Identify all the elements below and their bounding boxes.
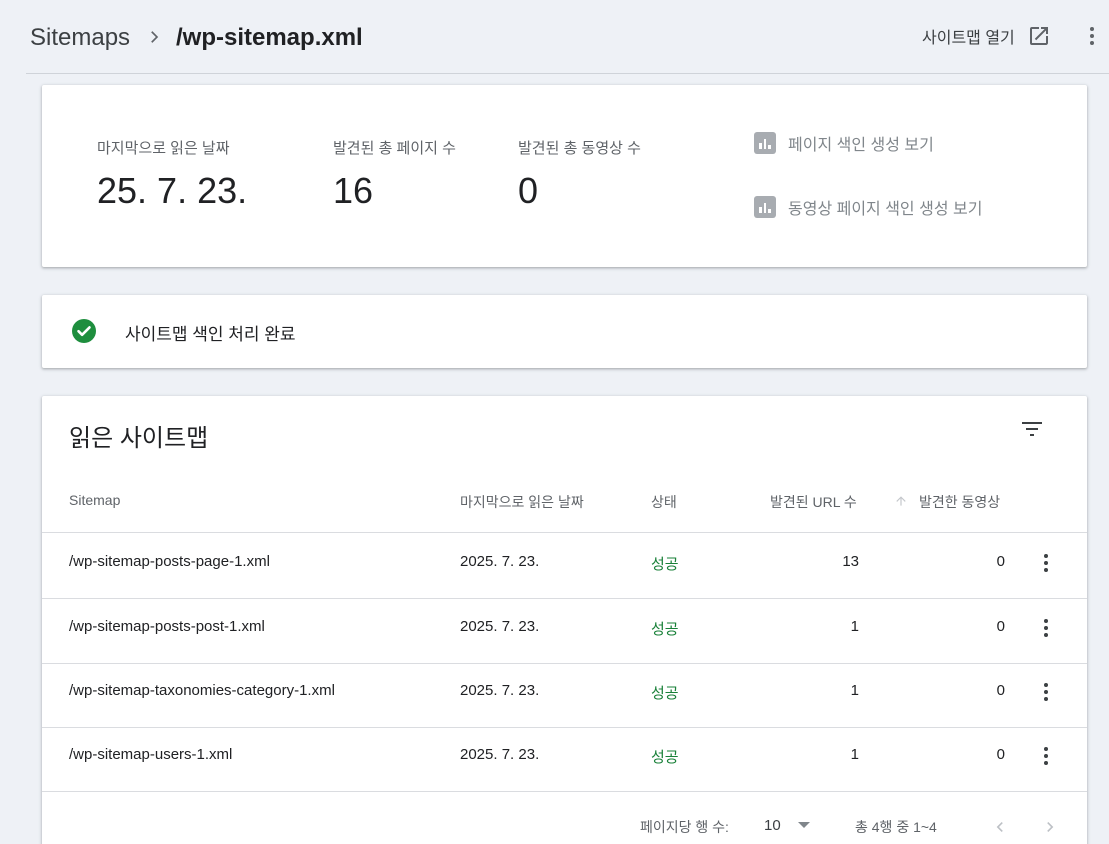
cell-urls: 1 — [850, 618, 859, 635]
page-indexing-link[interactable]: 페이지 색인 생성 보기 — [754, 131, 934, 155]
rows-per-page-select[interactable]: 10 — [764, 813, 811, 837]
cell-sitemap: /wp-sitemap-taxonomies-category-1.xml — [69, 682, 335, 699]
cell-last-read: 2025. 7. 23. — [460, 553, 540, 570]
top-bar: Sitemaps /wp-sitemap.xml 사이트맵 열기 — [0, 0, 1109, 74]
table-row[interactable]: /wp-sitemap-taxonomies-category-1.xml 20… — [42, 663, 1087, 728]
cell-status: 성공 — [651, 749, 679, 766]
more-options-button[interactable] — [1080, 22, 1104, 50]
bar-chart-icon — [754, 196, 776, 218]
chevron-right-icon — [151, 31, 159, 43]
cell-sitemap: /wp-sitemap-posts-page-1.xml — [69, 553, 270, 570]
cell-last-read: 2025. 7. 23. — [460, 746, 540, 763]
table-header: Sitemap 마지막으로 읽은 날짜 상태 발견된 URL 수 발견한 동영상 — [42, 474, 1087, 533]
cell-urls: 1 — [850, 746, 859, 763]
video-indexing-link[interactable]: 동영상 페이지 색인 생성 보기 — [754, 195, 982, 219]
cell-status: 성공 — [651, 621, 679, 638]
stat-last-read-value: 25. 7. 23. — [97, 170, 248, 211]
row-more-button[interactable] — [1034, 549, 1058, 577]
next-page-button[interactable] — [1038, 815, 1062, 839]
open-sitemap-label: 사이트맵 열기 — [922, 30, 1015, 47]
table-row[interactable]: /wp-sitemap-posts-post-1.xml 2025. 7. 23… — [42, 599, 1087, 664]
stat-last-read: 마지막으로 읽은 날짜 25. 7. 23. — [97, 137, 247, 212]
page-title: /wp-sitemap.xml — [176, 24, 363, 51]
table-title: 읽은 사이트맵 — [69, 425, 209, 452]
pagination-range: 총 4행 중 1~4 — [855, 819, 937, 835]
rows-per-page-label: 페이지당 행 수: — [640, 819, 729, 835]
column-header-videos[interactable]: 발견한 동영상 — [919, 492, 1000, 512]
header-divider — [26, 73, 1109, 74]
more-vert-icon — [1044, 683, 1048, 701]
cell-status: 성공 — [651, 556, 679, 573]
row-more-button[interactable] — [1034, 742, 1058, 770]
more-vert-icon — [1090, 27, 1094, 45]
cell-sitemap: /wp-sitemap-posts-post-1.xml — [69, 618, 265, 635]
cell-videos: 0 — [996, 746, 1005, 763]
sitemap-stats-card: 마지막으로 읽은 날짜 25. 7. 23. 발견된 총 페이지 수 16 발견… — [42, 85, 1087, 267]
column-header-urls[interactable]: 발견된 URL 수 — [770, 492, 857, 512]
stat-videos-label: 발견된 총 동영상 수 — [518, 140, 641, 157]
sort-arrow-up-icon[interactable] — [894, 494, 908, 508]
cell-videos: 0 — [996, 682, 1005, 699]
more-vert-icon — [1044, 747, 1048, 765]
read-sitemaps-card: 읽은 사이트맵 Sitemap 마지막으로 읽은 날짜 상태 발견된 URL 수… — [42, 396, 1087, 844]
stat-last-read-label: 마지막으로 읽은 날짜 — [97, 140, 230, 157]
status-message: 사이트맵 색인 처리 완료 — [125, 325, 296, 344]
cell-last-read: 2025. 7. 23. — [460, 682, 540, 699]
stat-videos: 발견된 총 동영상 수 0 — [518, 137, 641, 212]
table-row[interactable]: /wp-sitemap-users-1.xml 2025. 7. 23. 성공 … — [42, 727, 1087, 792]
cell-last-read: 2025. 7. 23. — [460, 618, 540, 635]
filter-icon[interactable] — [1020, 418, 1044, 440]
breadcrumb-sitemaps[interactable]: Sitemaps — [30, 24, 130, 52]
cell-sitemap: /wp-sitemap-users-1.xml — [69, 746, 233, 763]
more-vert-icon — [1044, 554, 1048, 572]
stat-videos-value: 0 — [518, 170, 539, 211]
page-indexing-link-label: 페이지 색인 생성 보기 — [788, 137, 934, 154]
stat-pages-value: 16 — [333, 170, 374, 211]
cell-videos: 0 — [996, 618, 1005, 635]
chevron-left-icon — [996, 822, 1003, 832]
column-header-status[interactable]: 상태 — [651, 492, 677, 512]
table-row[interactable]: /wp-sitemap-posts-page-1.xml 2025. 7. 23… — [42, 534, 1087, 599]
stat-pages: 발견된 총 페이지 수 16 — [333, 137, 456, 212]
open-sitemap-button[interactable]: 사이트맵 열기 — [922, 22, 1051, 50]
row-more-button[interactable] — [1034, 614, 1058, 642]
column-header-last-read[interactable]: 마지막으로 읽은 날짜 — [460, 492, 584, 512]
cell-urls: 13 — [842, 553, 859, 570]
cell-status: 성공 — [651, 685, 679, 702]
stat-pages-label: 발견된 총 페이지 수 — [333, 140, 456, 157]
chevron-right-icon — [1047, 822, 1054, 832]
cell-urls: 1 — [850, 682, 859, 699]
rows-per-page-value: 10 — [764, 816, 781, 834]
open-in-new-icon — [1029, 27, 1048, 45]
cell-videos: 0 — [996, 553, 1005, 570]
bar-chart-icon — [754, 132, 776, 154]
sitemap-status-card: 사이트맵 색인 처리 완료 — [42, 295, 1087, 368]
video-indexing-link-label: 동영상 페이지 색인 생성 보기 — [788, 201, 983, 218]
row-more-button[interactable] — [1034, 678, 1058, 706]
previous-page-button[interactable] — [988, 815, 1012, 839]
check-circle-icon — [72, 319, 96, 343]
dropdown-arrow-icon — [797, 822, 810, 828]
column-header-sitemap[interactable]: Sitemap — [69, 492, 120, 508]
pagination: 페이지당 행 수: 10 총 4행 중 1~4 — [42, 801, 1087, 844]
more-vert-icon — [1044, 619, 1048, 637]
